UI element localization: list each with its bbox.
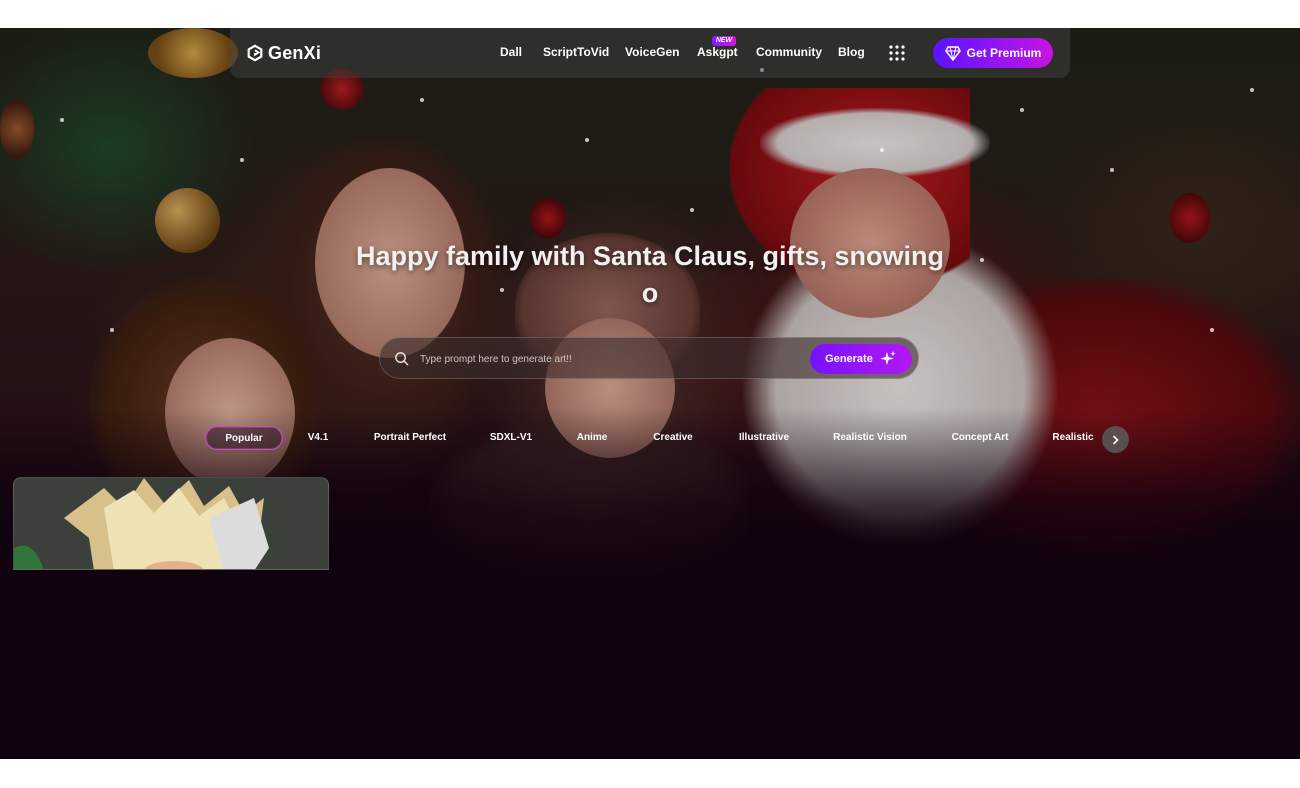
snowflake bbox=[1250, 88, 1254, 92]
snowflake bbox=[980, 258, 984, 262]
generate-button[interactable]: Generate bbox=[810, 344, 912, 374]
snowflake bbox=[60, 118, 64, 122]
sparkle-icon bbox=[880, 351, 896, 365]
tab-realistic-vision[interactable]: Realistic Vision bbox=[831, 426, 909, 450]
prompt-input[interactable] bbox=[418, 347, 802, 371]
chevron-right-icon bbox=[1112, 435, 1119, 444]
grid-dots-icon[interactable] bbox=[888, 44, 906, 62]
gallery-card[interactable] bbox=[13, 477, 329, 570]
generate-label: Generate bbox=[825, 353, 873, 365]
tab-sdxl-v1[interactable]: SDXL-V1 bbox=[488, 426, 534, 450]
nav-link-community[interactable]: Community bbox=[756, 45, 822, 59]
snowflake bbox=[1020, 108, 1024, 112]
tab-portrait-perfect[interactable]: Portrait Perfect bbox=[370, 426, 450, 450]
tab-popular[interactable]: Popular bbox=[205, 426, 283, 450]
top-navbar: GenXi Dall ScriptToVid VoiceGen Askgpt N… bbox=[230, 28, 1070, 78]
tab-anime[interactable]: Anime bbox=[574, 426, 610, 450]
prompt-search-bar: Generate bbox=[379, 337, 919, 379]
snowflake bbox=[1210, 328, 1214, 332]
snowflake bbox=[240, 158, 244, 162]
snowflake bbox=[1110, 168, 1114, 172]
diamond-icon bbox=[944, 46, 961, 61]
tab-illustrative[interactable]: Illustrative bbox=[736, 426, 792, 450]
nav-link-voicegen[interactable]: VoiceGen bbox=[625, 45, 679, 59]
model-style-tabs: Popular V4.1 Portrait Perfect SDXL-V1 An… bbox=[205, 426, 1130, 453]
snowflake bbox=[880, 148, 884, 152]
nav-link-askgpt[interactable]: Askgpt bbox=[697, 45, 738, 59]
tab-concept-art[interactable]: Concept Art bbox=[948, 426, 1012, 450]
search-icon bbox=[395, 352, 409, 366]
get-premium-label: Get Premium bbox=[966, 46, 1042, 60]
snowflake bbox=[110, 328, 114, 332]
brand-name: GenXi bbox=[268, 42, 322, 63]
tabs-next-button[interactable] bbox=[1102, 426, 1129, 453]
snowflake bbox=[420, 98, 424, 102]
snowflake bbox=[585, 138, 589, 142]
genxi-logo-icon bbox=[247, 44, 263, 62]
nav-link-dall[interactable]: Dall bbox=[500, 45, 522, 59]
tab-realistic[interactable]: Realistic bbox=[1051, 426, 1095, 450]
snowflake bbox=[690, 208, 694, 212]
nav-link-blog[interactable]: Blog bbox=[838, 45, 865, 59]
hero-prompt-title: Happy family with Santa Claus, gifts, sn… bbox=[355, 241, 945, 308]
gallery-card-image bbox=[14, 478, 328, 569]
tab-v4-1[interactable]: V4.1 bbox=[301, 426, 335, 450]
nav-link-scripttovid[interactable]: ScriptToVid bbox=[543, 45, 609, 59]
new-badge: NEW bbox=[712, 36, 736, 46]
brand-logo[interactable]: GenXi bbox=[246, 42, 321, 64]
tab-creative[interactable]: Creative bbox=[649, 426, 697, 450]
get-premium-button[interactable]: Get Premium bbox=[933, 38, 1053, 68]
page-viewport: GenXi Dall ScriptToVid VoiceGen Askgpt N… bbox=[0, 28, 1300, 759]
